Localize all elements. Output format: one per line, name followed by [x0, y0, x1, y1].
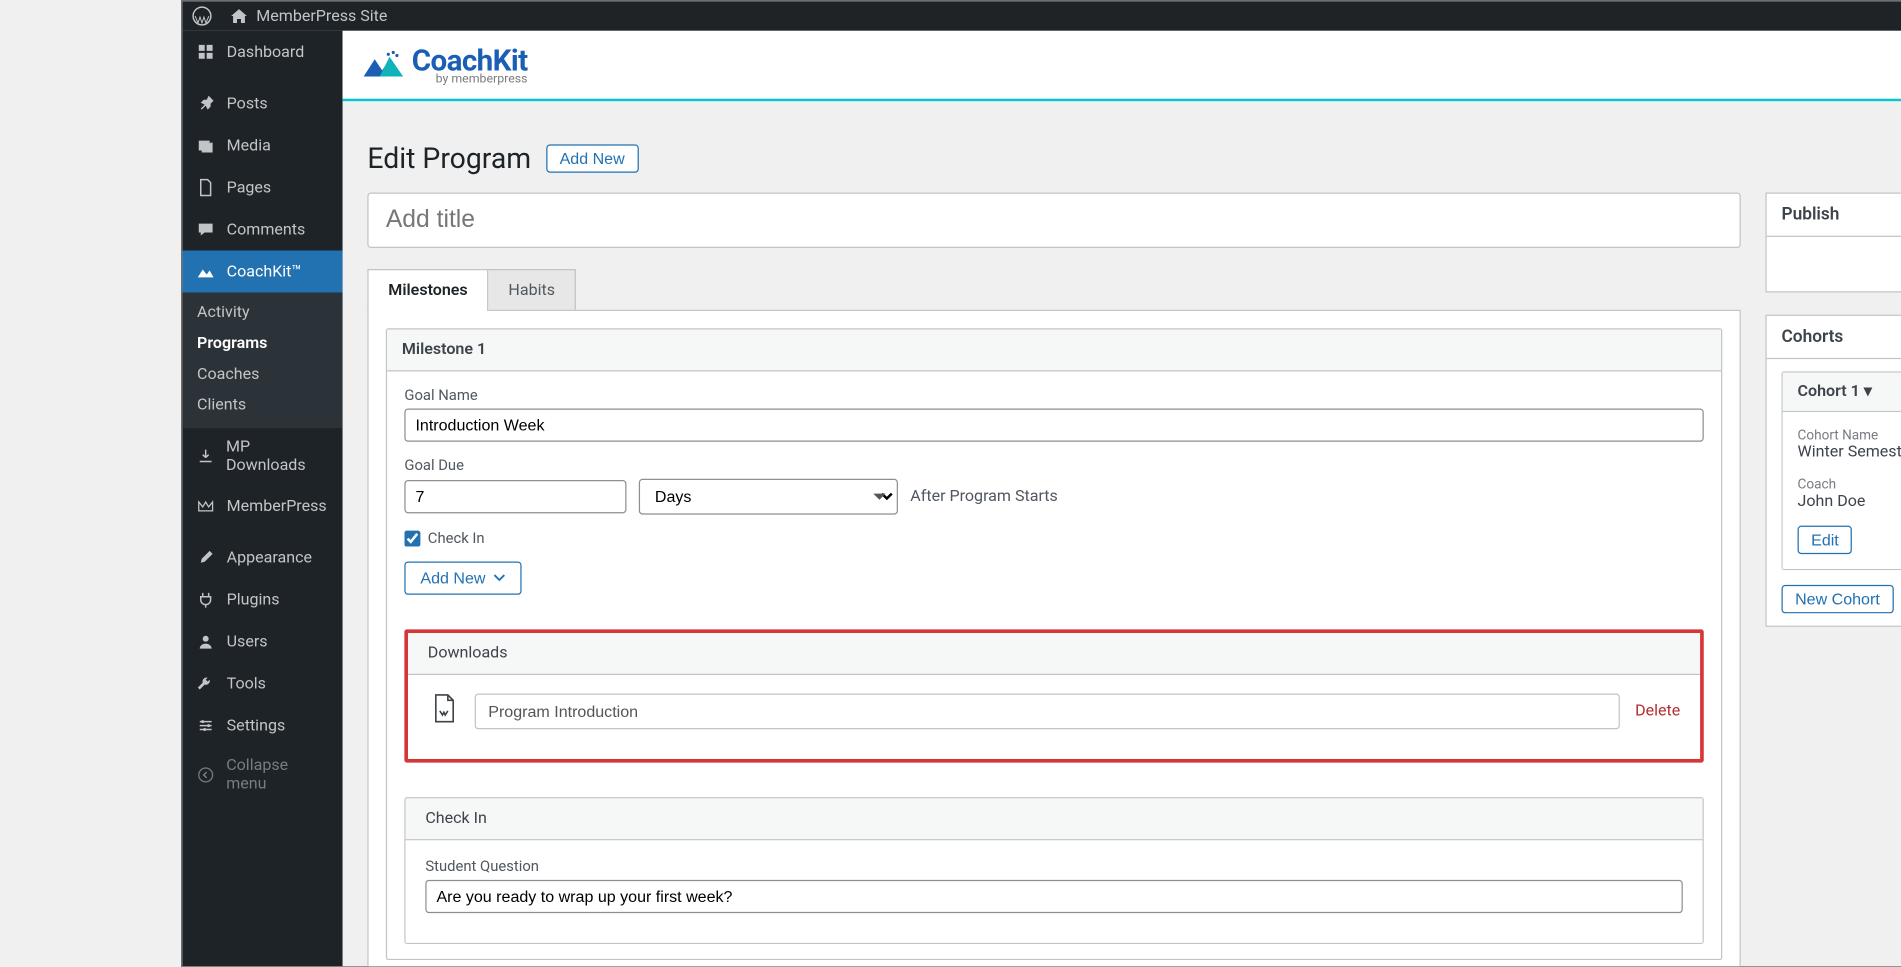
download-row: Delete — [427, 692, 1680, 729]
checkin-heading: Check In — [405, 798, 1702, 840]
publish-postbox: Publish ˄ ˅ ▴ i — [1765, 193, 1901, 293]
goal-name-label: Goal Name — [404, 386, 1703, 403]
coachkit-icon — [194, 260, 216, 282]
file-pdf-icon — [427, 692, 459, 729]
submenu-activity[interactable]: Activity — [182, 297, 342, 328]
chevron-down-icon — [492, 569, 504, 588]
checkin-checkbox-label: Check In — [427, 529, 484, 546]
goal-due-unit-select[interactable]: Days — [638, 479, 897, 515]
brand-bar: CoachKit by memberpress Support — [342, 31, 1901, 101]
menu-tools[interactable]: Tools — [182, 663, 342, 705]
plug-icon — [194, 589, 216, 611]
admin-sidebar: Dashboard Posts Media Pages Comments Coa… — [182, 31, 342, 966]
wordpress-icon — [192, 6, 212, 26]
program-tabs: Milestones Habits — [367, 268, 1740, 310]
new-cohort-button[interactable]: New Cohort — [1781, 585, 1893, 613]
menu-users[interactable]: Users — [182, 621, 342, 663]
wrench-icon — [194, 673, 216, 695]
download-name-input[interactable] — [474, 693, 1620, 729]
downloads-box: Downloads Delete — [404, 629, 1703, 762]
menu-posts[interactable]: Posts — [182, 83, 342, 125]
submenu-coaches[interactable]: Coaches — [182, 359, 342, 390]
cohort-toggle[interactable]: Cohort 1 ▾ — [1782, 373, 1901, 412]
cohorts-title: Cohorts — [1781, 327, 1843, 347]
checkin-box: Check In Student Question — [404, 797, 1703, 944]
student-question-label: Student Question — [425, 858, 1682, 875]
add-new-program-button[interactable]: Add New — [546, 144, 638, 172]
goal-name-input[interactable] — [404, 408, 1703, 441]
submenu-programs[interactable]: Programs — [182, 328, 342, 359]
dashboard-icon — [194, 41, 216, 63]
page-icon — [194, 176, 216, 198]
menu-settings[interactable]: Settings — [182, 705, 342, 747]
mountain-icon — [362, 49, 404, 81]
collapse-icon — [194, 764, 216, 786]
menu-appearance[interactable]: Appearance — [182, 537, 342, 579]
goal-due-amount-input[interactable] — [404, 480, 626, 513]
menu-coachkit[interactable]: CoachKit™ — [182, 251, 342, 293]
menu-comments[interactable]: Comments — [182, 209, 342, 251]
coachkit-logo: CoachKit by memberpress — [362, 43, 527, 86]
tab-panel-milestones: Milestone 1 Goal Name Goal Due — [367, 310, 1740, 967]
page-title: Edit Program — [367, 142, 531, 175]
milestone-add-new-button[interactable]: Add New — [404, 561, 521, 594]
comment-icon — [194, 218, 216, 240]
menu-plugins[interactable]: Plugins — [182, 579, 342, 621]
menu-pages[interactable]: Pages — [182, 167, 342, 209]
checkin-checkbox[interactable] — [404, 530, 420, 546]
admin-bar: MemberPress Site — [182, 1, 1901, 31]
publish-title: Publish — [1781, 205, 1839, 225]
menu-media[interactable]: Media — [182, 125, 342, 167]
brush-icon — [194, 547, 216, 569]
sliders-icon — [194, 714, 216, 736]
user-icon — [194, 631, 216, 653]
submenu-clients[interactable]: Clients — [182, 390, 342, 421]
submenu-coachkit: Activity Programs Coaches Clients — [182, 292, 342, 428]
menu-collapse[interactable]: Collapse menu — [182, 747, 342, 804]
cohorts-postbox: Cohorts ˄ ˅ ▴ Cohort 1 ▾ Coh — [1765, 315, 1901, 627]
memberpress-icon — [194, 495, 216, 517]
pin-icon — [194, 93, 216, 115]
coach-label: Coach — [1797, 476, 1901, 492]
coach-value: John Doe — [1797, 492, 1901, 511]
tab-habits[interactable]: Habits — [488, 269, 575, 311]
goal-due-label: Goal Due — [404, 457, 1703, 474]
cohort-item: Cohort 1 ▾ Cohort Name Winter Semester G… — [1781, 371, 1901, 570]
download-icon — [194, 445, 215, 467]
site-name: MemberPress Site — [256, 7, 387, 26]
download-delete-link[interactable]: Delete — [1635, 702, 1680, 721]
main-area: CoachKit by memberpress Support Screen O… — [342, 31, 1901, 966]
program-title-input[interactable] — [367, 193, 1740, 249]
checkin-checkbox-row[interactable]: Check In — [404, 529, 1703, 546]
milestone-box: Milestone 1 Goal Name Goal Due — [385, 328, 1721, 960]
media-icon — [194, 135, 216, 157]
menu-mp-downloads[interactable]: MP Downloads — [182, 428, 342, 485]
cohort-edit-button[interactable]: Edit — [1797, 526, 1852, 554]
student-question-input[interactable] — [425, 880, 1682, 913]
wp-logo[interactable] — [192, 6, 212, 26]
menu-memberpress[interactable]: MemberPress — [182, 485, 342, 527]
tab-milestones[interactable]: Milestones — [367, 269, 488, 311]
downloads-heading: Downloads — [408, 633, 1700, 675]
cohort-name-value: Winter Semester Group — [1797, 443, 1901, 462]
site-home-link[interactable]: MemberPress Site — [229, 6, 387, 26]
milestone-heading: Milestone 1 — [387, 329, 1721, 371]
home-icon — [229, 6, 249, 26]
menu-dashboard[interactable]: Dashboard — [182, 31, 342, 73]
after-program-starts-text: After Program Starts — [910, 487, 1058, 506]
cohort-name-label: Cohort Name — [1797, 427, 1901, 443]
